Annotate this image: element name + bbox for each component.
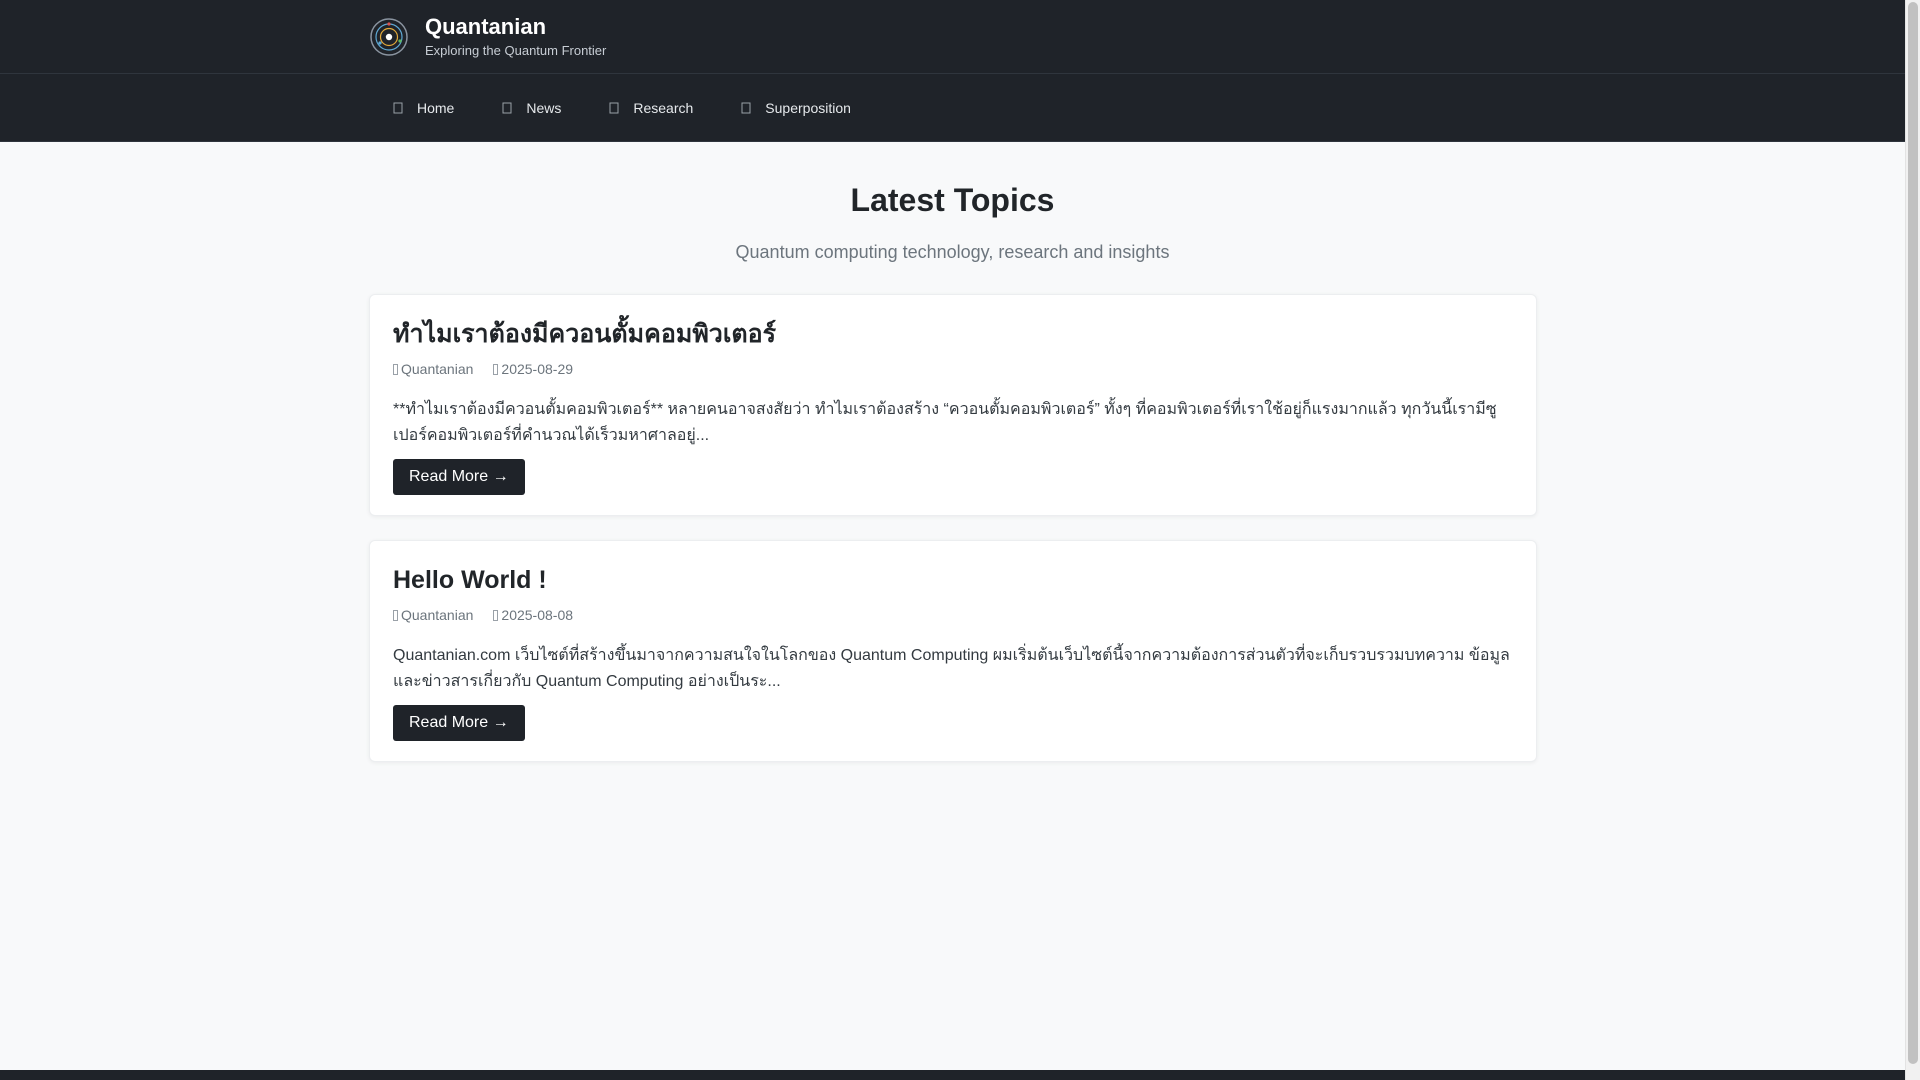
post-list: ทำไมเราต้องมีควอนตั้มคอมพิวเตอร์ Quantan… xyxy=(369,294,1537,786)
post-author: Quantanian xyxy=(393,361,473,377)
post-date-value: 2025-08-08 xyxy=(501,607,574,623)
post-card: ทำไมเราต้องมีควอนตั้มคอมพิวเตอร์ Quantan… xyxy=(369,294,1537,516)
nav-item-home[interactable]: Home xyxy=(369,88,478,128)
read-more-button[interactable]: Read More → xyxy=(393,459,525,495)
post-author-name: Quantanian xyxy=(401,361,474,377)
post-date: 2025-08-08 xyxy=(493,607,573,623)
atom-logo-icon[interactable] xyxy=(369,17,409,57)
post-title[interactable]: Hello World ! xyxy=(393,563,1512,597)
post-author: Quantanian xyxy=(393,607,473,623)
nav-item-research[interactable]: Research xyxy=(585,88,717,128)
post-title[interactable]: ทำไมเราต้องมีควอนตั้มคอมพิวเตอร์ xyxy=(393,317,1512,351)
nav-item-label: Home xyxy=(417,99,455,116)
site-title[interactable]: Quantanian xyxy=(425,14,606,40)
post-meta: Quantanian 2025-08-29 xyxy=(393,361,1512,377)
nav-item-news[interactable]: News xyxy=(478,88,585,128)
user-icon xyxy=(393,363,398,375)
site-header: Quantanian Exploring the Quantum Frontie… xyxy=(0,0,1905,142)
home-icon xyxy=(393,102,403,113)
page-subtitle: Quantum computing technology, research a… xyxy=(735,242,1170,262)
calendar-icon xyxy=(493,363,499,375)
site-footer xyxy=(0,1070,1905,1080)
post-date: 2025-08-29 xyxy=(493,361,573,377)
brand-text: Quantanian Exploring the Quantum Frontie… xyxy=(425,14,606,60)
scrollbar-thumb[interactable] xyxy=(1908,2,1918,1064)
post-date-value: 2025-08-29 xyxy=(501,361,574,377)
nav-item-superposition[interactable]: Superposition xyxy=(717,88,875,128)
brand-bar: Quantanian Exploring the Quantum Frontie… xyxy=(0,0,1905,74)
post-excerpt: Quantanian.com เว็บไซต์ที่สร้างขึ้นมาจาก… xyxy=(393,647,1510,690)
post-excerpt: **ทำไมเราต้องมีควอนตั้มคอมพิวเตอร์** หลา… xyxy=(393,401,1497,444)
user-icon xyxy=(393,609,398,621)
calendar-icon xyxy=(493,609,499,621)
site-tagline: Exploring the Quantum Frontier xyxy=(425,42,607,58)
read-more-button[interactable]: Read More → xyxy=(393,705,525,741)
vertical-scrollbar[interactable] xyxy=(1905,0,1920,1080)
main-nav: Home News Research Superposition xyxy=(0,74,1905,142)
page: Quantanian Exploring the Quantum Frontie… xyxy=(0,0,1920,1080)
post-author-name: Quantanian xyxy=(401,607,474,623)
research-icon xyxy=(609,102,619,113)
hero-section: Latest Topics Quantum computing technolo… xyxy=(0,180,1905,263)
nav-item-label: Superposition xyxy=(765,99,851,116)
superposition-icon xyxy=(741,102,751,113)
post-card: Hello World ! Quantanian 2025-08-08 Quan… xyxy=(369,540,1537,762)
post-meta: Quantanian 2025-08-08 xyxy=(393,607,1512,623)
nav-item-label: Research xyxy=(633,99,694,116)
news-icon xyxy=(502,102,512,113)
nav-item-label: News xyxy=(526,99,562,116)
page-title: Latest Topics xyxy=(850,182,1055,218)
